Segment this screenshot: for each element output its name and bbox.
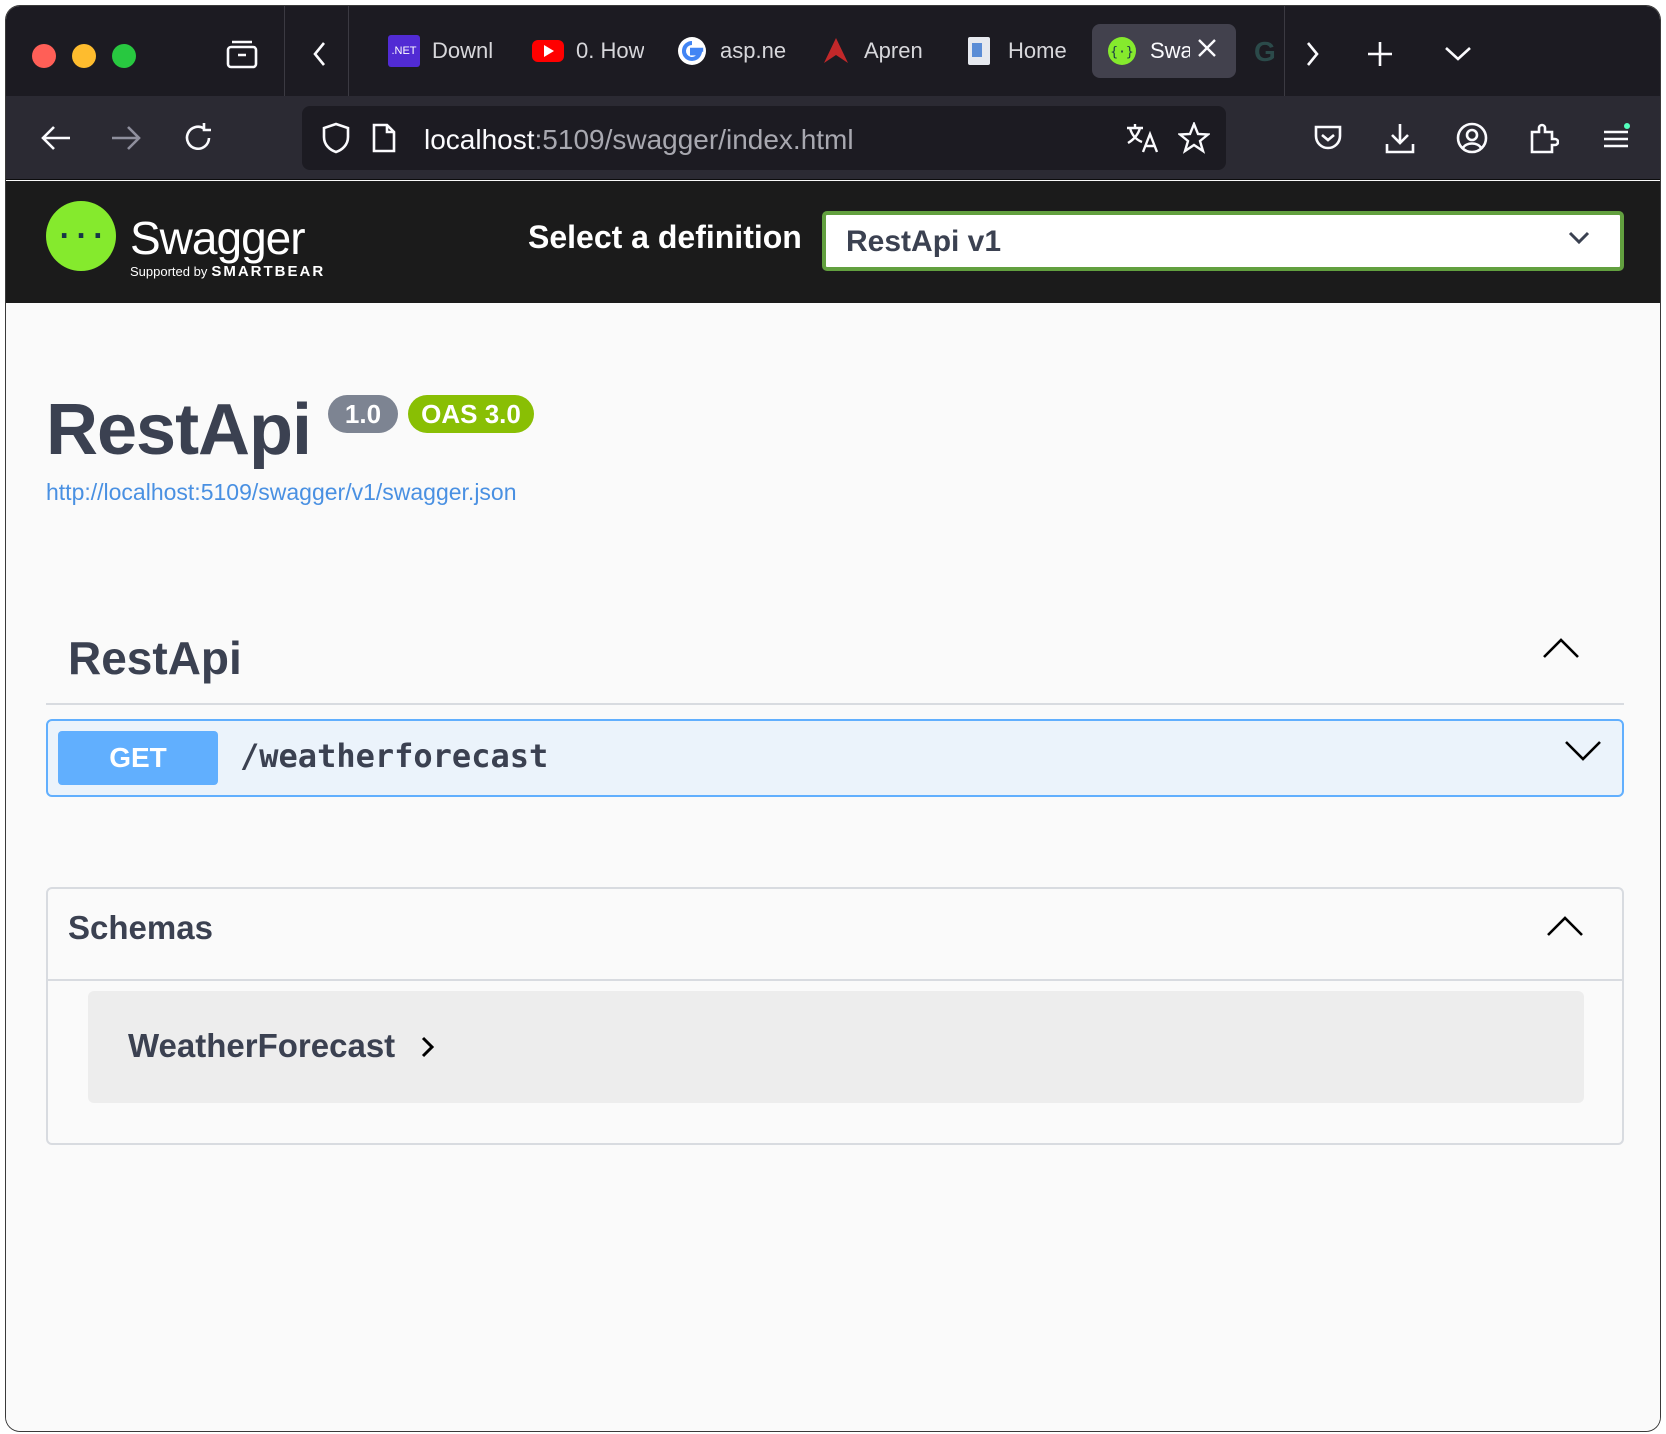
dotnet-icon: .NET	[388, 35, 420, 67]
pocket-icon	[1314, 125, 1342, 150]
tag-name: RestApi	[68, 632, 242, 684]
new-tab-button[interactable]	[1358, 32, 1402, 76]
swagger-brand: Swagger	[130, 212, 306, 264]
schemas-header[interactable]: Schemas	[48, 889, 1622, 981]
back-button[interactable]	[34, 116, 78, 160]
puzzle-icon	[1530, 123, 1559, 154]
tab-label: Apren	[864, 38, 923, 63]
account-icon	[1456, 122, 1488, 154]
svg-text:{···}: {···}	[56, 219, 106, 252]
download-icon	[1385, 124, 1415, 154]
operation-get-weatherforecast[interactable]: GET /weatherforecast	[46, 719, 1624, 797]
tab-label: Downl	[432, 38, 494, 63]
chevron-up-icon[interactable]	[1546, 915, 1584, 942]
tab-label: 0. How	[576, 38, 644, 63]
definition-select[interactable]: RestApi v1	[822, 211, 1624, 271]
url-text[interactable]: localhost:5109/swagger/index.html	[424, 124, 854, 156]
window-minimize-button[interactable]	[72, 44, 96, 68]
chevron-right-icon[interactable]	[420, 1035, 436, 1064]
svg-text:{·}: {·}	[1110, 45, 1133, 60]
http-method-badge: GET	[58, 731, 218, 785]
url-path: :5109/swagger/index.html	[534, 124, 854, 155]
arrow-left-icon	[41, 126, 70, 150]
tab-dotnet[interactable]: .NET Downl	[388, 24, 500, 78]
tab-bar: .NET Downl 0. How asp.ne Apren Home {·} …	[6, 6, 1660, 96]
tab-google[interactable]: asp.ne	[676, 24, 788, 78]
definition-select-value: RestApi v1	[846, 225, 1002, 258]
reload-button[interactable]	[176, 116, 220, 160]
tab-youtube[interactable]: 0. How	[532, 24, 644, 78]
bookmark-star-button[interactable]	[1172, 116, 1216, 160]
operation-path: /weatherforecast	[240, 737, 549, 775]
list-all-tabs-button[interactable]	[1436, 32, 1480, 76]
spec-url-link[interactable]: http://localhost:5109/swagger/v1/swagger…	[46, 479, 517, 506]
swagger-logo-icon[interactable]: {···}	[46, 201, 116, 271]
chevron-right-icon	[1306, 42, 1319, 66]
arrow-right-icon	[112, 126, 141, 150]
tracking-protection-button[interactable]	[314, 116, 358, 160]
tabs-scroll-left-button[interactable]	[298, 32, 342, 76]
tab-label: Swa	[1150, 38, 1190, 63]
schemas-title: Schemas	[68, 909, 213, 946]
chevron-down-icon	[1568, 231, 1590, 250]
tab-swagger[interactable]: {·} Swa	[1092, 24, 1236, 78]
downloads-button[interactable]	[1378, 116, 1422, 160]
chevron-down-icon[interactable]	[1564, 739, 1602, 768]
chevron-up-icon[interactable]	[1542, 637, 1580, 664]
account-button[interactable]	[1450, 116, 1494, 160]
tab-home[interactable]: Home	[964, 24, 1076, 78]
document-icon	[964, 35, 996, 67]
oas-version-badge: OAS 3.0	[408, 395, 534, 433]
google-icon	[676, 35, 708, 67]
plus-icon	[1368, 42, 1392, 66]
app-menu-button[interactable]	[1594, 116, 1638, 160]
pocket-button[interactable]	[1306, 116, 1350, 160]
url-bar[interactable]: localhost:5109/swagger/index.html	[302, 106, 1226, 170]
g-logo-icon: G	[1250, 35, 1280, 67]
window-close-button[interactable]	[32, 44, 56, 68]
tab-label: asp.ne	[720, 38, 787, 63]
ms-learn-icon	[820, 35, 852, 67]
chevron-down-icon	[1445, 47, 1471, 61]
page-icon	[372, 123, 396, 153]
window-maximize-button[interactable]	[112, 44, 136, 68]
close-tab-icon[interactable]	[1196, 37, 1218, 65]
tab-learn[interactable]: Apren	[820, 24, 932, 78]
tabs-scroll-right-button[interactable]	[1290, 32, 1334, 76]
site-info-button[interactable]	[362, 116, 406, 160]
navigation-bar: localhost:5109/swagger/index.html	[6, 96, 1660, 180]
tab-overview-icon	[226, 40, 258, 69]
browser-window: .NET Downl 0. How asp.ne Apren Home {·} …	[6, 6, 1660, 1431]
supported-by-text: Supported by	[130, 264, 208, 279]
translate-button[interactable]	[1120, 116, 1164, 160]
tag-section-header[interactable]: RestApi	[46, 613, 1624, 705]
shield-icon	[322, 122, 350, 154]
translate-icon	[1127, 124, 1159, 153]
hamburger-menu-icon	[1604, 123, 1630, 148]
version-badge: 1.0	[328, 395, 398, 433]
swagger-topbar: {···} Swagger Supported bySMARTBEAR Sele…	[6, 181, 1660, 303]
chevron-left-icon	[313, 42, 326, 66]
tab-overview-button[interactable]	[220, 32, 264, 76]
tab-overflow-partial[interactable]: G	[1250, 24, 1280, 78]
tab-label: Home	[1008, 38, 1067, 63]
youtube-icon	[532, 35, 564, 67]
select-definition-label: Select a definition	[528, 219, 802, 255]
swagger-icon: {·}	[1106, 35, 1138, 67]
star-icon	[1178, 122, 1210, 154]
extensions-button[interactable]	[1522, 116, 1566, 160]
url-host: localhost	[424, 124, 535, 155]
schemas-section: Schemas WeatherForecast	[46, 887, 1624, 1145]
model-weatherforecast[interactable]: WeatherForecast	[88, 991, 1584, 1103]
smartbear-text: SMARTBEAR	[211, 263, 326, 280]
swagger-content: RestApi 1.0 OAS 3.0 http://localhost:510…	[6, 303, 1660, 1431]
smartbear-tagline: Supported by SMARTBEAR	[130, 263, 325, 280]
model-name: WeatherForecast	[128, 1027, 396, 1064]
forward-button[interactable]	[104, 116, 148, 160]
api-title: RestApi	[46, 390, 312, 470]
reload-icon	[185, 123, 211, 151]
svg-text:G: G	[1254, 36, 1276, 67]
